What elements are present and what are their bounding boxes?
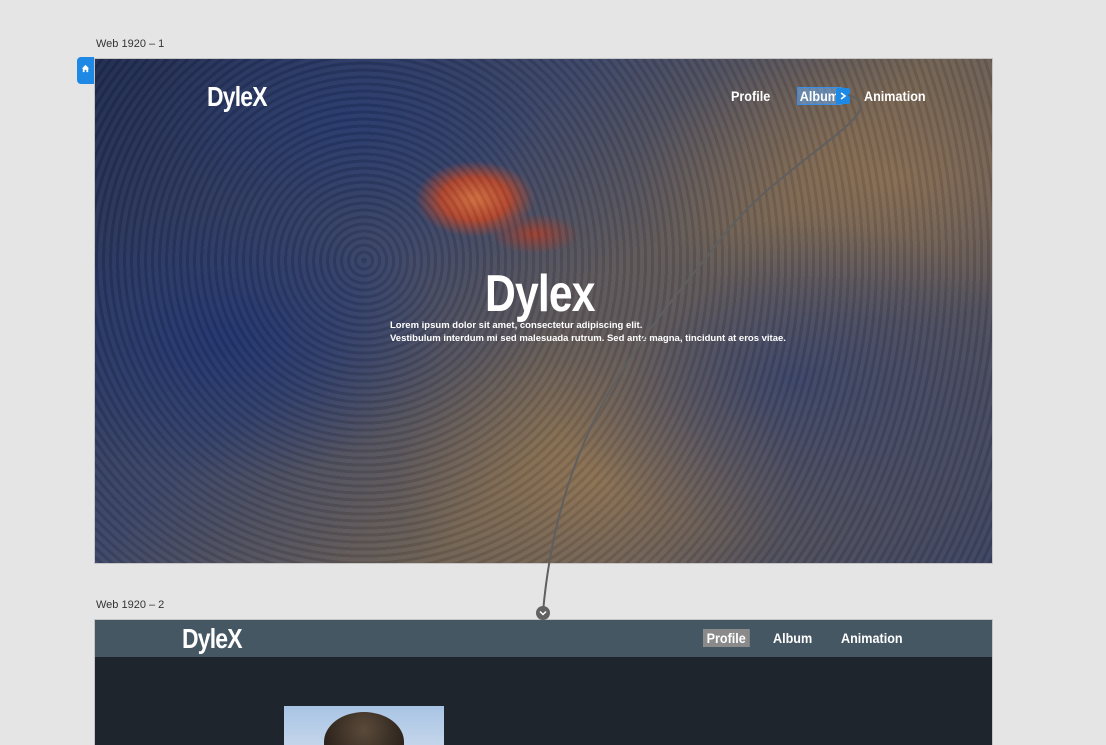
artboard-web-1920-1[interactable]: DyleX Profile Album Animation Dylex Lore… — [94, 58, 993, 564]
chevron-right-icon — [840, 92, 847, 100]
artboard-web-1920-2[interactable]: DyleX Profile Album Animation — [94, 619, 993, 745]
nav-animation-link[interactable]: Animation — [864, 88, 926, 104]
site-logo[interactable]: DyleX — [207, 81, 268, 113]
artboard-label-1[interactable]: Web 1920 – 1 — [96, 38, 164, 50]
nav-profile-link-active[interactable]: Profile — [703, 629, 750, 647]
site-header: DyleX Profile Album Animation — [95, 620, 992, 657]
artboard-label-2[interactable]: Web 1920 – 2 — [96, 599, 164, 611]
profile-photo-subject — [324, 712, 404, 745]
chevron-down-icon — [539, 610, 547, 616]
site-logo[interactable]: DyleX — [182, 623, 243, 655]
nav-album-link[interactable]: Album — [773, 630, 812, 646]
nav-profile-link[interactable]: Profile — [731, 88, 770, 104]
profile-photo — [284, 706, 444, 745]
hero-line-1: Lorem ipsum dolor sit amet, consectetur … — [390, 320, 643, 331]
home-artboard-tab[interactable] — [77, 57, 94, 84]
hero-title: Dylex — [485, 265, 596, 323]
nav-animation-link[interactable]: Animation — [841, 630, 903, 646]
home-icon — [81, 64, 90, 73]
hero-line-2: Vestibulum interdum mi sed malesuada rut… — [390, 333, 786, 344]
nav-album-link[interactable]: Album — [797, 87, 842, 105]
prototype-link-handle[interactable] — [836, 88, 850, 104]
hero-description: Lorem ipsum dolor sit amet, consectetur … — [390, 319, 786, 345]
wire-target-handle[interactable] — [536, 606, 550, 620]
